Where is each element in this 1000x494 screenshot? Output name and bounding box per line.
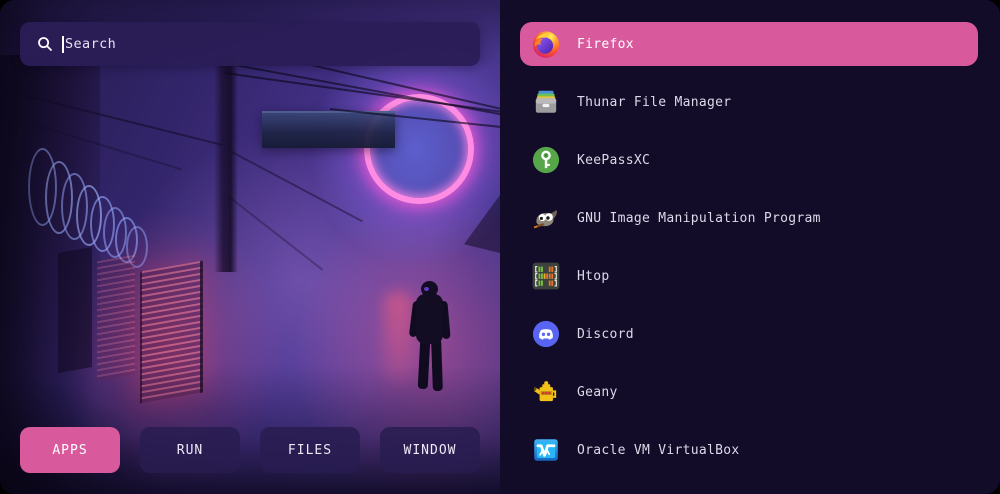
tab-apps[interactable]: APPS bbox=[20, 427, 120, 473]
tab-run[interactable]: RUN bbox=[140, 427, 240, 473]
app-label: Oracle VM VirtualBox bbox=[577, 443, 740, 458]
ground-glow bbox=[384, 292, 412, 384]
geany-icon bbox=[530, 376, 562, 408]
app-row-virtualbox[interactable]: Oracle VM VirtualBox bbox=[520, 428, 978, 472]
search-bar[interactable] bbox=[20, 22, 480, 66]
sign-board bbox=[262, 111, 395, 148]
building-column bbox=[214, 58, 238, 272]
search-icon bbox=[37, 36, 53, 52]
shutter-door bbox=[140, 260, 203, 403]
app-label: Geany bbox=[577, 385, 618, 400]
keepassxc-icon bbox=[530, 144, 562, 176]
app-row-thunar[interactable]: Thunar File Manager bbox=[520, 80, 978, 124]
firefox-icon bbox=[530, 28, 562, 60]
search-input[interactable] bbox=[65, 36, 466, 52]
astronaut bbox=[410, 281, 450, 393]
app-row-keepassxc[interactable]: KeePassXC bbox=[520, 138, 978, 182]
app-label: KeePassXC bbox=[577, 153, 650, 168]
app-row-htop[interactable]: Htop bbox=[520, 254, 978, 298]
app-label: GNU Image Manipulation Program bbox=[577, 211, 821, 226]
app-row-gimp[interactable]: GNU Image Manipulation Program bbox=[520, 196, 978, 240]
wallpaper-panel: APPS RUN FILES WINDOW bbox=[0, 0, 500, 494]
mode-tabs: APPS RUN FILES WINDOW bbox=[20, 427, 480, 473]
app-row-geany[interactable]: Geany bbox=[520, 370, 978, 414]
app-label: Thunar File Manager bbox=[577, 95, 731, 110]
htop-icon bbox=[530, 260, 562, 292]
text-caret bbox=[62, 36, 64, 53]
app-row-discord[interactable]: Discord bbox=[520, 312, 978, 356]
tab-window[interactable]: WINDOW bbox=[380, 427, 480, 473]
app-label: Discord bbox=[577, 327, 634, 342]
discord-icon bbox=[530, 318, 562, 350]
dark-doorway bbox=[58, 247, 92, 373]
app-list: Firefox Thunar File Manager bbox=[500, 0, 1000, 494]
app-label: Firefox bbox=[577, 37, 634, 52]
app-label: Htop bbox=[577, 269, 610, 284]
app-row-firefox[interactable]: Firefox bbox=[520, 22, 978, 66]
thunar-icon bbox=[530, 86, 562, 118]
virtualbox-icon bbox=[530, 434, 562, 466]
app-launcher-window: APPS RUN FILES WINDOW bbox=[0, 0, 1000, 494]
gimp-icon bbox=[530, 202, 562, 234]
tab-files[interactable]: FILES bbox=[260, 427, 360, 473]
shutter-door bbox=[97, 255, 135, 382]
